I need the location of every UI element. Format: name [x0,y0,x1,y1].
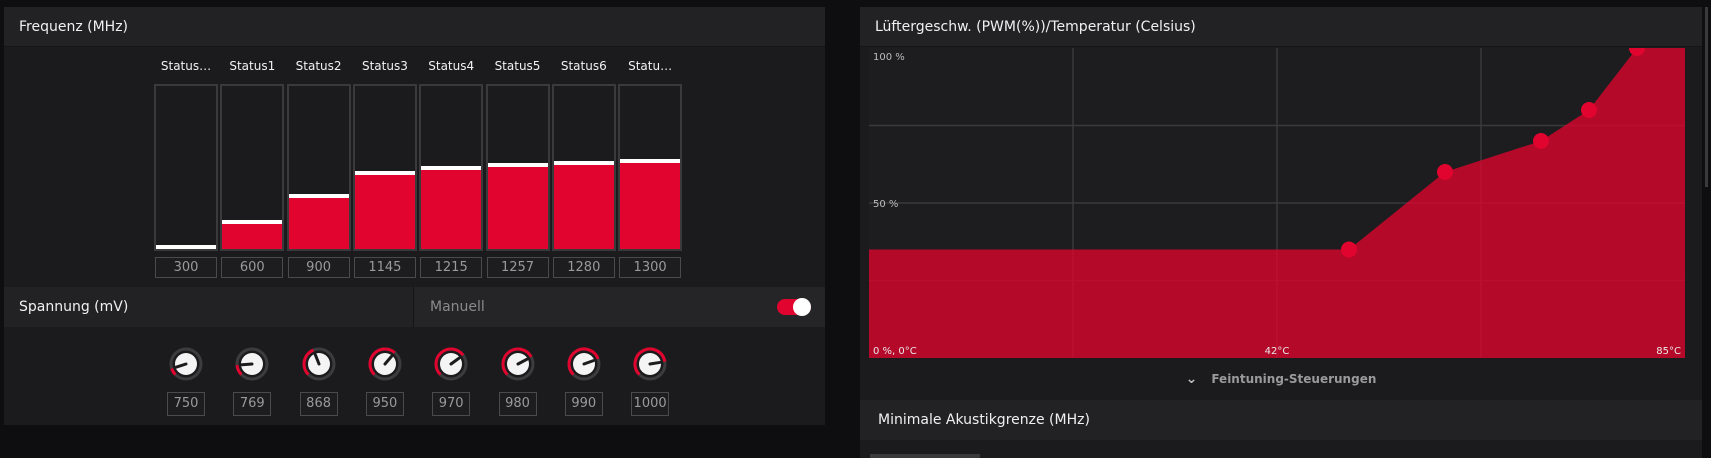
frequency-state: Status4 1215 [419,47,484,287]
frequency-state: Status… 300 [154,47,218,287]
frequency-state: Status6 1280 [551,47,616,287]
frequency-slider-fill [620,159,681,249]
fan-curve-point[interactable] [1533,133,1549,149]
fan-title: Lüftergeschw. (PWM(%))/Temperatur (Celsi… [875,18,1196,35]
voltage-value[interactable]: 990 [564,392,603,416]
manual-label: Manuell [430,299,485,315]
voltage-title: Spannung (mV) [4,287,414,327]
frequency-state: Status1 600 [220,47,285,287]
frequency-slider[interactable] [551,84,616,251]
x-tick-label: 42°C [1265,346,1290,357]
voltage-knob-icon[interactable] [366,345,404,383]
state-label: Status4 [428,59,475,73]
x-tick-label: 0 %, 0°C [873,346,917,357]
voltage-value[interactable]: 868 [299,392,338,416]
acoustic-title: Minimale Akustikgrenze (MHz) [878,412,1090,428]
state-label: Status… [160,59,212,73]
voltage-value[interactable]: 970 [432,392,471,416]
fan-tuning-panel: Lüftergeschw. (PWM(%))/Temperatur (Celsi… [860,7,1702,458]
toggle-knob [793,298,811,316]
voltage-knob-icon[interactable] [432,345,470,383]
voltage-state: 950 [353,341,417,421]
acoustic-slider-stub[interactable] [870,454,980,458]
voltage-knob-icon[interactable] [233,345,271,383]
voltage-value[interactable]: 980 [498,392,537,416]
acoustic-header: Minimale Akustikgrenze (MHz) [860,400,1702,440]
frequency-slider[interactable] [419,84,484,251]
manual-toggle[interactable] [777,298,811,316]
frequency-value[interactable]: 1145 [353,257,416,278]
voltage-state: 980 [486,341,550,421]
frequency-header: Frequenz (MHz) [4,7,825,47]
voltage-state: 769 [220,341,284,421]
voltage-state: 750 [154,341,218,421]
frequency-title: Frequenz (MHz) [19,18,129,35]
frequency-slider-fill [553,160,614,249]
state-label: Status1 [229,59,276,73]
frequency-value[interactable]: 900 [287,257,350,278]
voltage-value[interactable]: 750 [167,392,205,416]
finetune-toggle[interactable]: ⌄ Feintuning-Steuerungen [860,359,1702,399]
fan-curve-point[interactable] [1341,241,1357,258]
voltage-value[interactable]: 769 [233,392,272,416]
voltage-value[interactable]: 1000 [631,392,670,416]
frequency-state: Status2 900 [286,47,351,287]
voltage-knob-icon[interactable] [631,345,669,383]
voltage-state: 868 [287,341,351,421]
frequency-value[interactable]: 1215 [420,257,483,278]
frequency-slider[interactable] [485,84,550,251]
fan-curve-point[interactable] [1437,164,1453,180]
voltage-state: 970 [419,341,483,421]
state-label: Status5 [494,59,541,73]
voltage-knob-icon[interactable] [565,345,603,383]
frequency-slider-fill [222,219,283,249]
clock-voltage-panel: Frequenz (MHz) Status… 300 Status1 600 Statu… [4,7,825,425]
state-label: Status2 [295,59,342,73]
frequency-slider-fill [354,170,415,249]
frequency-slider[interactable] [352,84,417,251]
frequency-slider[interactable] [154,84,218,251]
voltage-knob-icon[interactable] [499,345,537,383]
frequency-slider[interactable] [286,84,351,251]
fan-curve-point[interactable] [1581,102,1597,118]
frequency-value[interactable]: 300 [155,257,217,278]
fan-header: Lüftergeschw. (PWM(%))/Temperatur (Celsi… [860,7,1702,47]
frequency-slider-fill [487,162,548,249]
frequency-value[interactable]: 1300 [619,257,682,278]
fan-curve-chart: 100 % 50 % 0 %, 0°C 42°C 85°C [869,48,1685,358]
frequency-slider[interactable] [618,84,683,251]
state-label: Status6 [560,59,607,73]
frequency-slider[interactable] [220,84,285,251]
frequency-state: Statu… 1300 [618,47,683,287]
finetune-label: Feintuning-Steuerungen [1211,372,1377,386]
frequency-slider-fill [421,165,482,249]
scrollbar[interactable] [1705,7,1708,187]
frequency-value[interactable]: 1280 [552,257,615,278]
y-tick-label: 50 % [873,199,898,210]
voltage-header: Spannung (mV) Manuell [4,287,825,327]
voltage-state: 990 [552,341,616,421]
voltage-state: 1000 [618,341,682,421]
voltage-knob-icon[interactable] [167,345,205,383]
x-tick-label: 85°C [1656,346,1681,357]
frequency-slider-fill [156,245,216,249]
frequency-value[interactable]: 1257 [486,257,549,278]
frequency-value[interactable]: 600 [221,257,284,278]
fan-curve-svg: 100 % 50 % 0 %, 0°C 42°C 85°C [869,48,1685,358]
chevron-down-icon: ⌄ [1185,371,1198,387]
frequency-state: Status3 1145 [352,47,417,287]
frequency-slider-fill [288,193,349,249]
frequency-state: Status5 1257 [485,47,550,287]
voltage-knob-icon[interactable] [300,345,338,383]
state-label: Statu… [628,59,673,73]
y-tick-label: 100 % [873,52,905,63]
manual-voltage-control: Manuell [414,287,825,327]
state-label: Status3 [361,59,408,73]
frequency-states: Status… 300 Status1 600 Status2 900 Status3 114… [4,47,825,287]
voltage-value[interactable]: 950 [365,392,404,416]
